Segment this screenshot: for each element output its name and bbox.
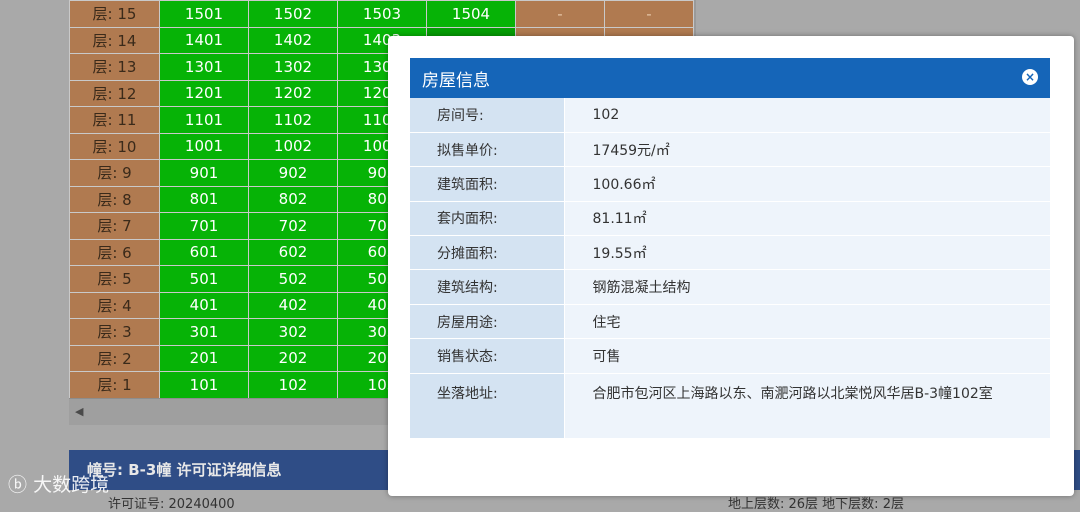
info-row: 建筑结构: 钢筋混凝土结构 — [410, 269, 1050, 305]
info-label: 建筑结构: — [410, 269, 564, 305]
dialog-header: 房屋信息 × — [410, 58, 1050, 98]
info-value: 81.11㎡ — [563, 201, 1050, 237]
unit-cell[interactable]: 1501 — [159, 0, 249, 28]
info-label: 建筑面积: — [410, 166, 564, 202]
house-info-table: 房间号: 102 拟售单价: 17459元/㎡ 建筑面积: 100.66㎡ 套内面积: 81.… — [410, 98, 1050, 439]
floor-label: 层: 12 — [69, 79, 160, 107]
info-label: 房屋用途: — [410, 304, 564, 340]
unit-cell[interactable]: 1301 — [159, 53, 249, 81]
watermark: ⓑ 大数跨境 — [8, 470, 109, 497]
unit-cell[interactable]: 1504 — [426, 0, 516, 28]
unit-cell[interactable]: 1002 — [248, 132, 338, 160]
unit-cell[interactable]: 902 — [248, 159, 338, 187]
unit-cell[interactable]: 701 — [159, 212, 249, 240]
info-label: 销售状态: — [410, 338, 564, 374]
info-value: 102 — [563, 98, 1050, 133]
info-row: 坐落地址: 合肥市包河区上海路以东、南淝河路以北棠悦风华居B-3幢102室 — [410, 373, 1050, 439]
unit-cell[interactable]: 202 — [248, 344, 338, 372]
floor-label: 层: 15 — [69, 0, 160, 28]
scroll-left-icon[interactable]: ◀ — [75, 405, 83, 418]
info-label: 拟售单价: — [410, 132, 564, 168]
info-label: 坐落地址: — [410, 373, 564, 439]
unit-cell[interactable]: 302 — [248, 318, 338, 346]
unit-cell[interactable]: 101 — [159, 371, 249, 399]
watermark-text: 大数跨境 — [33, 474, 110, 496]
unit-cell[interactable]: 402 — [248, 291, 338, 319]
info-label: 分摊面积: — [410, 235, 564, 271]
unit-cell[interactable]: 502 — [248, 265, 338, 293]
unit-cell[interactable]: 801 — [159, 185, 249, 213]
floor-label: 层: 14 — [69, 26, 160, 54]
unit-cell[interactable]: 702 — [248, 212, 338, 240]
floor-label: 层: 13 — [69, 53, 160, 81]
unit-cell[interactable]: 1302 — [248, 53, 338, 81]
unit-cell[interactable]: 1502 — [248, 0, 338, 28]
unit-cell[interactable]: 901 — [159, 159, 249, 187]
dialog-title: 房屋信息 — [422, 71, 490, 90]
info-row: 分摊面积: 19.55㎡ — [410, 235, 1050, 271]
unit-cell[interactable]: 102 — [248, 371, 338, 399]
unit-cell[interactable]: 301 — [159, 318, 249, 346]
unit-cell[interactable]: 1202 — [248, 79, 338, 107]
floor-label: 层: 6 — [69, 238, 160, 266]
permit-number-text: 许可证号: 20240400 — [108, 497, 235, 512]
unit-cell[interactable]: 1001 — [159, 132, 249, 160]
floor-label: 层: 10 — [69, 132, 160, 160]
info-value: 住宅 — [563, 304, 1050, 340]
info-value: 钢筋混凝土结构 — [563, 269, 1050, 305]
close-icon[interactable]: × — [1022, 69, 1038, 85]
unit-cell[interactable]: 601 — [159, 238, 249, 266]
info-value: 100.66㎡ — [563, 166, 1050, 202]
floor-label: 层: 11 — [69, 106, 160, 134]
unit-cell[interactable]: 802 — [248, 185, 338, 213]
info-row: 销售状态: 可售 — [410, 338, 1050, 374]
unit-cell[interactable]: 602 — [248, 238, 338, 266]
info-row: 套内面积: 81.11㎡ — [410, 201, 1050, 237]
unit-cell[interactable]: 1402 — [248, 26, 338, 54]
floor-label: 层: 3 — [69, 318, 160, 346]
floor-label: 层: 8 — [69, 185, 160, 213]
unavailable-cell: - — [604, 0, 694, 28]
unit-cell[interactable]: 401 — [159, 291, 249, 319]
floor-row: 层: 15 1501 1502 1503 1504- - — [69, 0, 694, 28]
watermark-logo-icon: ⓑ — [8, 474, 28, 496]
info-value: 可售 — [563, 338, 1050, 374]
info-value: 17459元/㎡ — [563, 132, 1050, 168]
unit-cell[interactable]: 201 — [159, 344, 249, 372]
floor-label: 层: 4 — [69, 291, 160, 319]
unit-cell[interactable]: 1201 — [159, 79, 249, 107]
info-row: 拟售单价: 17459元/㎡ — [410, 132, 1050, 168]
info-label: 套内面积: — [410, 201, 564, 237]
unit-cell[interactable]: 1101 — [159, 106, 249, 134]
permit-detail-title: 幢号: B-3幢 许可证详细信息 — [87, 461, 282, 479]
info-value: 合肥市包河区上海路以东、南淝河路以北棠悦风华居B-3幢102室 — [563, 373, 1050, 439]
info-row: 建筑面积: 100.66㎡ — [410, 166, 1050, 202]
floor-label: 层: 2 — [69, 344, 160, 372]
info-row: 房屋用途: 住宅 — [410, 304, 1050, 340]
unavailable-cell: - — [515, 0, 605, 28]
floor-label: 层: 5 — [69, 265, 160, 293]
info-value: 19.55㎡ — [563, 235, 1050, 271]
unit-cell[interactable]: 1503 — [337, 0, 427, 28]
info-row: 房间号: 102 — [410, 98, 1050, 133]
unit-cell[interactable]: 1102 — [248, 106, 338, 134]
unit-cell[interactable]: 1401 — [159, 26, 249, 54]
unit-cell[interactable]: 501 — [159, 265, 249, 293]
floor-label: 层: 1 — [69, 371, 160, 399]
info-label: 房间号: — [410, 98, 564, 133]
floor-label: 层: 9 — [69, 159, 160, 187]
house-info-dialog: 房屋信息 × 房间号: 102 拟售单价: 17459元/㎡ 建筑面积: 100.66㎡套… — [388, 36, 1074, 496]
floor-label: 层: 7 — [69, 212, 160, 240]
